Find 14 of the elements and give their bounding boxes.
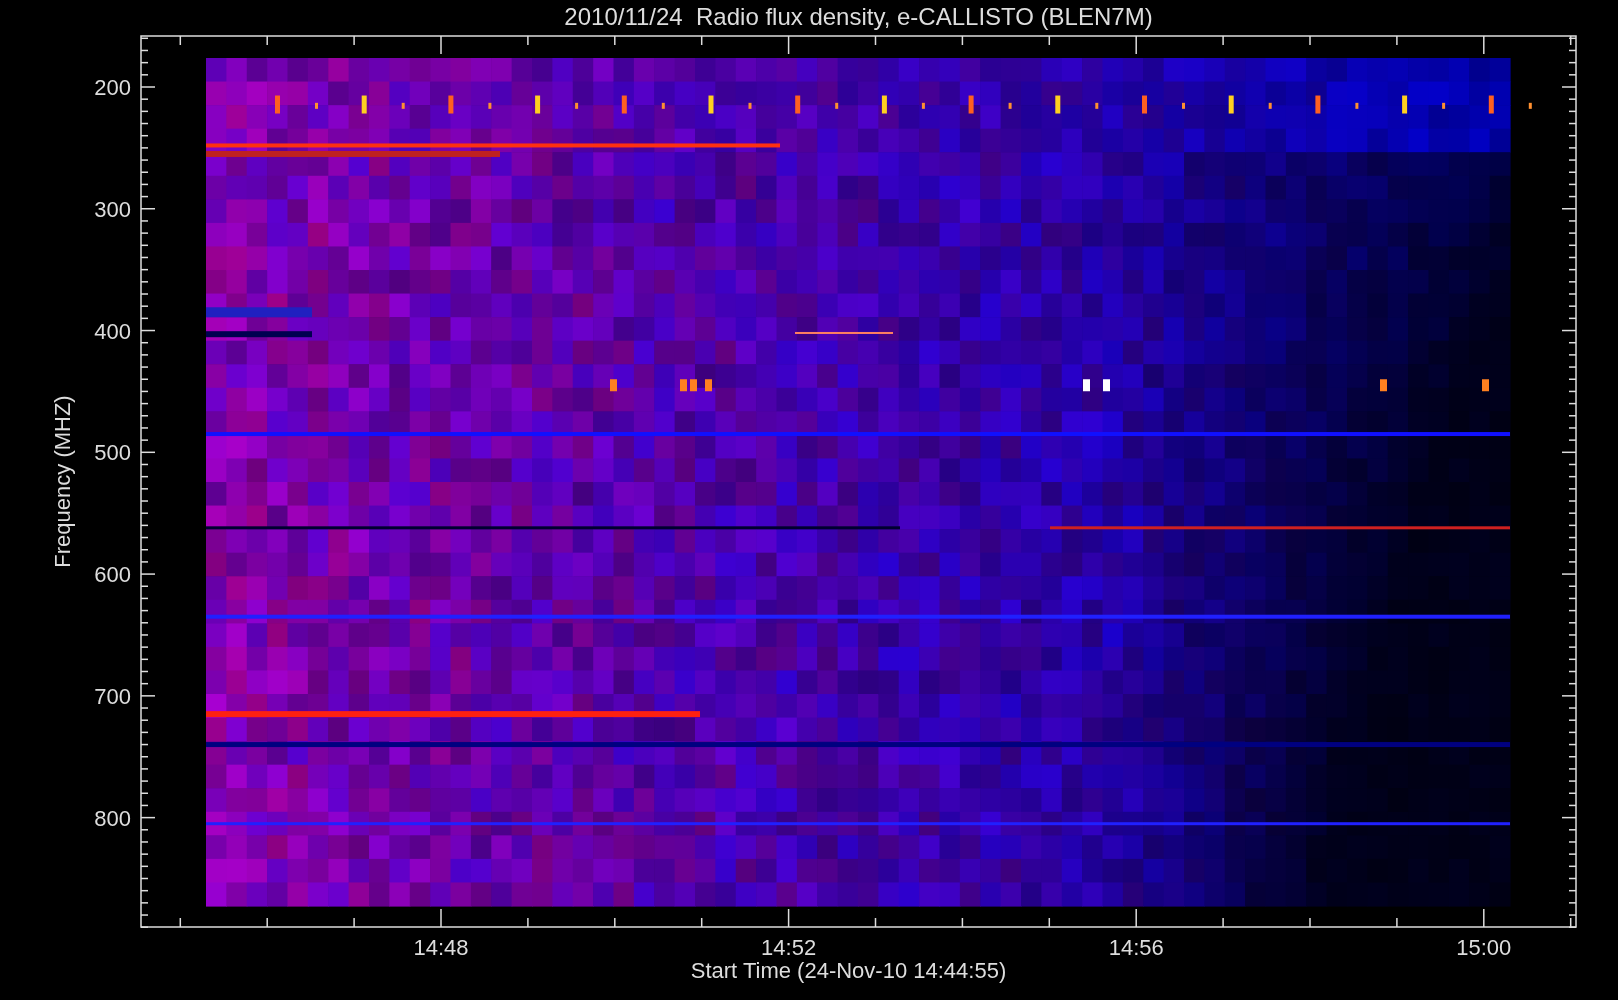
tick-label: 14:56: [1108, 935, 1164, 960]
tick-label: 700: [94, 683, 131, 709]
tick-label: 200: [94, 75, 131, 100]
tick-label: 14:48: [413, 935, 469, 960]
tick-label: 600: [94, 562, 131, 588]
tick-label: 15:00: [1456, 935, 1512, 960]
tick-label: 500: [94, 440, 131, 466]
tick-label: 300: [94, 196, 131, 222]
plot-title: 2010/11/24 Radio flux density, e-CALLISTO (BLEN7M): [564, 3, 1153, 30]
axis-label: Frequency (MHZ): [50, 395, 75, 568]
tick-label: 800: [94, 805, 131, 831]
tick-label: 14:52: [761, 935, 817, 960]
axis-label: Start Time (24-Nov-10 14:44:55): [690, 958, 1007, 983]
tick-label: 400: [94, 318, 131, 344]
